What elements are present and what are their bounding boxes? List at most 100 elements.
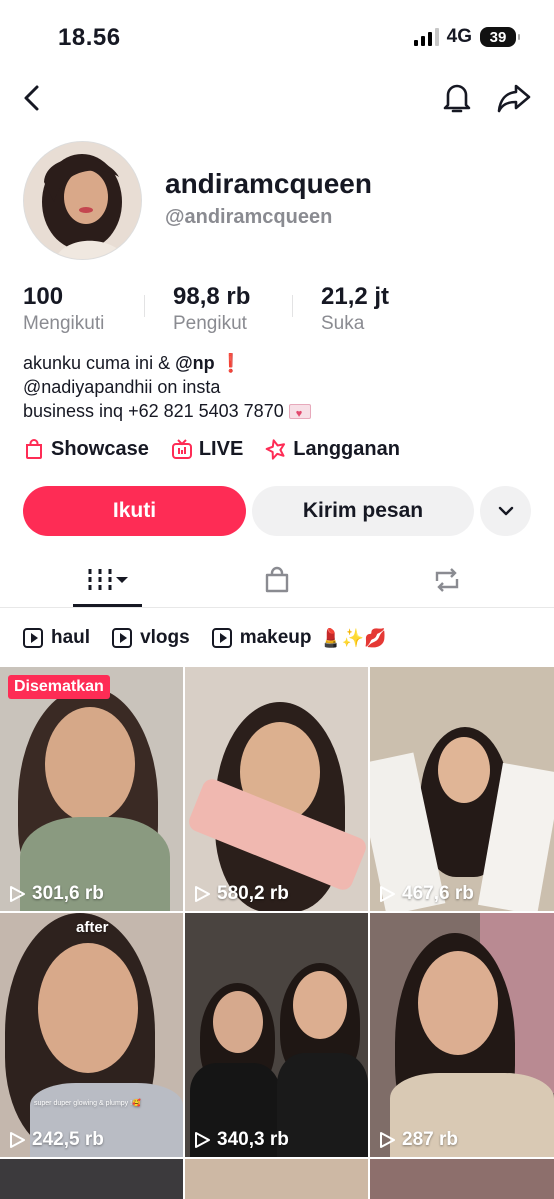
status-time: 18.56 [58, 24, 121, 51]
bio-line-2: @nadiyapandhii on insta [23, 377, 221, 397]
love-letter-icon [288, 402, 311, 426]
back-arrow-icon[interactable] [18, 82, 48, 114]
stat-followers-value: 98,8 rb [173, 283, 251, 310]
avatar-photo [24, 142, 141, 259]
playlist-label: vlogs [140, 627, 190, 648]
stat-divider [144, 295, 145, 317]
stat-following-label: Mengikuti [23, 313, 105, 334]
view-count-value: 242,5 rb [32, 1129, 104, 1150]
video-thumbnail[interactable] [185, 1159, 368, 1199]
thumbnail-image [38, 943, 138, 1073]
thumbnail-image [277, 1053, 368, 1157]
thumbnail-image [213, 991, 263, 1053]
live-tv-icon [171, 439, 192, 459]
play-icon [112, 628, 133, 648]
play-outline-icon [380, 886, 395, 902]
view-count-value: 340,3 rb [217, 1129, 289, 1150]
video-thumbnail[interactable] [370, 1159, 554, 1199]
signal-icon [413, 28, 439, 46]
subscription-label: Langganan [293, 437, 400, 460]
thumbnail-image [45, 707, 135, 822]
shop-bag-icon [265, 566, 289, 593]
tab-videos[interactable] [73, 562, 142, 598]
view-count: 287 rb [378, 1129, 458, 1151]
playlist-makeup[interactable]: makeup 💄✨💋 [211, 627, 387, 649]
exclamation-emoji: ❗ [219, 353, 243, 373]
play-outline-icon [10, 1132, 25, 1148]
play-outline-icon [10, 886, 25, 902]
video-overlay-title: after [76, 919, 109, 936]
profile-handle: @andiramcqueen [165, 206, 333, 228]
view-count: 580,2 rb [193, 883, 289, 905]
view-count-value: 287 rb [402, 1129, 458, 1150]
thumbnail-image [418, 951, 498, 1055]
stat-followers-label: Pengikut [173, 313, 247, 334]
play-outline-icon [195, 886, 210, 902]
content-tabs [0, 552, 554, 608]
play-icon [23, 628, 43, 648]
showcase-link[interactable]: Showcase [23, 438, 149, 461]
status-bar: 18.56 4G 39 [0, 0, 554, 70]
video-thumbnail[interactable]: 467,6 rb [370, 667, 554, 911]
active-tab-indicator [73, 604, 142, 607]
tab-reposts[interactable] [428, 562, 466, 598]
subscription-link[interactable]: Langganan [265, 438, 400, 461]
playlist-label: haul [51, 627, 91, 648]
profile-stats: 100 Mengikuti 98,8 rb Pengikut 21,2 jt S… [23, 283, 543, 335]
playlist-emojis: 💄✨💋 [319, 627, 387, 648]
playlist-vlogs[interactable]: vlogs [112, 627, 190, 649]
more-options-button[interactable] [480, 486, 531, 536]
stat-following[interactable]: 100 Mengikuti [23, 283, 104, 335]
play-icon [211, 628, 232, 648]
video-thumbnail[interactable]: 340,3 rb [185, 913, 368, 1157]
subscription-star-icon [265, 439, 286, 460]
profile-bio: akunku cuma ini & @np ❗ @nadiyapandhii o… [23, 351, 311, 426]
live-link[interactable]: LIVE [171, 438, 243, 461]
shopping-bag-icon [26, 439, 42, 459]
video-thumbnail[interactable]: Disematkan 301,6 rb [0, 667, 183, 911]
bio-contact: business inq +62 821 5403 7870 [23, 401, 284, 421]
share-arrow-icon[interactable] [496, 81, 532, 115]
video-thumbnail[interactable]: after super duper glowing & plumpy !🥰 24… [0, 913, 183, 1157]
view-count-value: 301,6 rb [32, 883, 104, 904]
network-type: 4G [446, 26, 472, 47]
playlist-haul[interactable]: haul [23, 627, 90, 649]
view-count-value: 580,2 rb [217, 883, 289, 904]
bio-text: akunku cuma ini & [23, 353, 176, 373]
view-count: 340,3 rb [193, 1129, 289, 1151]
bio-line-3: business inq +62 821 5403 7870 [23, 399, 311, 426]
follow-button[interactable]: Ikuti [23, 486, 246, 536]
repost-icon [435, 568, 459, 592]
view-count: 467,6 rb [378, 883, 474, 905]
top-nav [0, 78, 554, 118]
play-outline-icon [195, 1132, 210, 1148]
profile-username: andiramcqueen [165, 168, 372, 199]
bio-line-1: akunku cuma ini & @np ❗ [23, 351, 311, 375]
playlist-row: haul vlogs makeup 💄✨💋 [23, 624, 409, 652]
chevron-down-icon [498, 506, 513, 516]
battery-icon: 39 [480, 27, 520, 47]
tab-shop[interactable] [258, 562, 296, 598]
video-overlay-caption: super duper glowing & plumpy !🥰 [34, 1100, 141, 1107]
bell-icon[interactable] [440, 80, 474, 116]
view-count: 242,5 rb [8, 1129, 104, 1151]
showcase-label: Showcase [51, 437, 149, 460]
view-count-value: 467,6 rb [402, 883, 474, 904]
video-thumbnail[interactable]: 287 rb [370, 913, 554, 1157]
thumbnail-image [293, 971, 347, 1039]
stat-likes-label: Suka [321, 313, 365, 334]
send-message-button[interactable]: Kirim pesan [252, 486, 474, 536]
stat-likes[interactable]: 21,2 jt Suka [321, 283, 389, 335]
videos-grid-icon [88, 569, 128, 591]
bio-mention[interactable]: @np [175, 353, 215, 373]
stat-followers[interactable]: 98,8 rb Pengikut [173, 283, 250, 335]
profile-links: Showcase LIVE Langganan [23, 434, 422, 464]
video-thumbnail[interactable]: 580,2 rb [185, 667, 368, 911]
view-count: 301,6 rb [8, 883, 104, 905]
video-thumbnail[interactable] [0, 1159, 183, 1199]
avatar[interactable] [23, 141, 142, 260]
pinned-badge: Disematkan [8, 675, 110, 699]
status-indicators: 4G 39 [413, 26, 520, 48]
stat-divider [292, 295, 293, 317]
thumbnail-image [438, 737, 490, 803]
